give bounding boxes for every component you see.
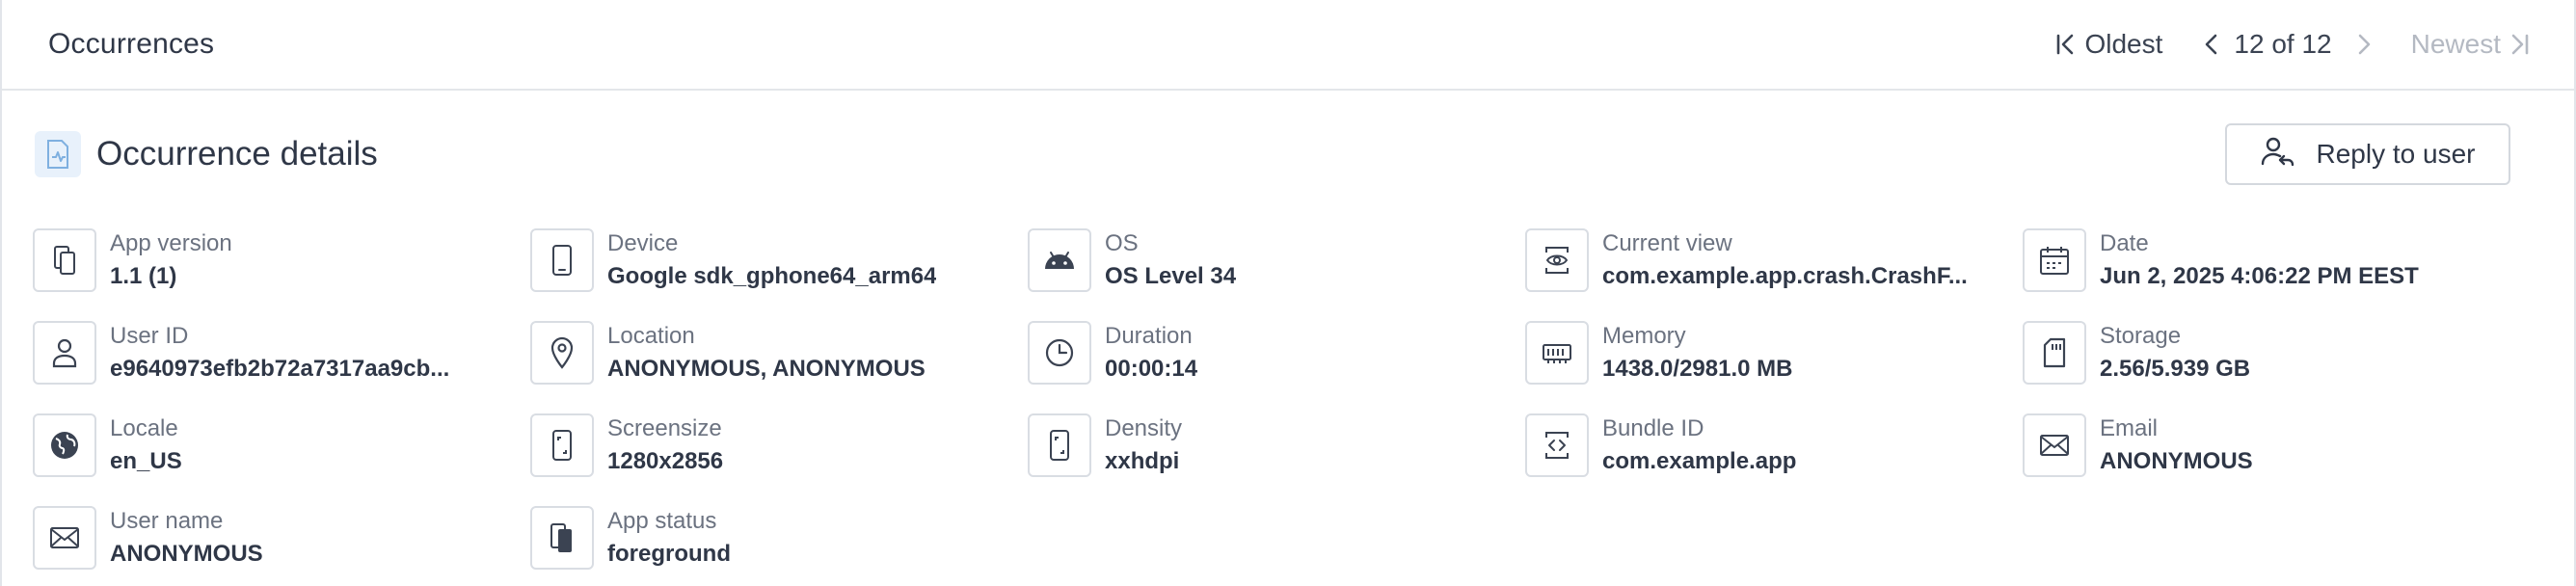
field-value: 1438.0/2981.0 MB xyxy=(1602,356,1793,382)
reply-label: Reply to user xyxy=(2316,139,2476,169)
fields-row: App version 1.1 (1) Device Google sdk_gpho… xyxy=(33,214,2520,306)
field-user-id: User ID e9640973efb2b72a7317aa9cb... xyxy=(33,306,530,399)
newest-button[interactable]: Newest xyxy=(2411,29,2530,60)
field-label: Date xyxy=(2100,230,2149,256)
field-current-view: Current view com.example.app.crash.CrashF… xyxy=(1525,214,2023,306)
occurrence-pager: Oldest 12 of 12 Newest xyxy=(2055,29,2530,60)
field-memory: Memory 1438.0/2981.0 MB xyxy=(1525,306,2023,399)
field-label: Locale xyxy=(110,415,178,441)
previous-button[interactable] xyxy=(2203,33,2220,56)
field-value: com.example.app.crash.CrashF... xyxy=(1602,263,1968,289)
field-value: ANONYMOUS xyxy=(110,541,263,567)
field-app-version: App version 1.1 (1) xyxy=(33,214,530,306)
page-title: Occurrences xyxy=(48,28,215,60)
last-page-icon xyxy=(2509,33,2530,56)
globe-icon xyxy=(33,413,96,477)
bundle-icon xyxy=(1525,413,1589,477)
field-label: Screensize xyxy=(607,415,722,441)
chevron-right-icon xyxy=(2355,33,2373,56)
calendar-icon xyxy=(2023,228,2086,292)
fields-row: Locale en_US Screensize 1280x2856 Density x… xyxy=(33,399,2520,492)
field-value: 2.56/5.939 GB xyxy=(2100,356,2251,382)
oldest-button[interactable]: Oldest xyxy=(2055,29,2162,60)
field-screensize: Screensize 1280x2856 xyxy=(530,399,1028,492)
field-value: en_US xyxy=(110,448,182,474)
density-icon xyxy=(1028,413,1091,477)
field-app-status: App status foreground xyxy=(530,492,1028,584)
field-label: App version xyxy=(110,230,232,256)
field-value: Google sdk_gphone64_arm64 xyxy=(607,263,937,289)
app-version-icon xyxy=(33,228,96,292)
field-label: OS xyxy=(1105,230,1139,256)
field-email: Email ANONYMOUS xyxy=(2023,399,2520,492)
field-label: Device xyxy=(607,230,679,256)
field-os: OS OS Level 34 xyxy=(1028,214,1525,306)
occurrence-count: 12 of 12 xyxy=(2234,29,2332,59)
field-value: foreground xyxy=(607,541,731,567)
field-device: Device Google sdk_gphone64_arm64 xyxy=(530,214,1028,306)
field-label: Memory xyxy=(1602,323,1686,349)
device-icon xyxy=(530,228,594,292)
field-label: Bundle ID xyxy=(1602,415,1704,441)
field-value: ANONYMOUS, ANONYMOUS xyxy=(607,356,926,382)
next-button[interactable] xyxy=(2355,33,2373,56)
field-label: Duration xyxy=(1105,323,1193,349)
occurrence-details-header: Occurrence details Reply to user xyxy=(35,123,2510,185)
user-icon xyxy=(33,321,96,385)
fields-row: User name ANONYMOUS App status foreground xyxy=(33,492,2520,584)
screensize-icon xyxy=(530,413,594,477)
field-label: User name xyxy=(110,508,224,534)
field-location: Location ANONYMOUS, ANONYMOUS xyxy=(530,306,1028,399)
field-value: ANONYMOUS xyxy=(2100,448,2253,474)
user-reply-icon xyxy=(2261,135,2295,174)
field-storage: Storage 2.56/5.939 GB xyxy=(2023,306,2520,399)
field-duration: Duration 00:00:14 xyxy=(1028,306,1525,399)
field-value: xxhdpi xyxy=(1105,448,1180,474)
first-page-icon xyxy=(2055,33,2077,56)
app-status-icon xyxy=(530,506,594,570)
occurrences-panel: Occurrences Oldest 12 of 12 Newest Occur… xyxy=(0,0,2576,586)
field-label: Density xyxy=(1105,415,1183,441)
field-value: 1280x2856 xyxy=(607,448,724,474)
field-label: Current view xyxy=(1602,230,1732,256)
field-locale: Locale en_US xyxy=(33,399,530,492)
field-label: Email xyxy=(2100,415,2159,441)
field-label: Location xyxy=(607,323,695,349)
email-icon xyxy=(33,506,96,570)
field-bundle-id: Bundle ID com.example.app xyxy=(1525,399,2023,492)
newest-label: Newest xyxy=(2410,29,2501,59)
occurrence-details-icon xyxy=(35,131,81,177)
field-value: Jun 2, 2025 4:06:22 PM EEST xyxy=(2100,263,2419,289)
field-value: 1.1 (1) xyxy=(110,263,177,289)
field-value: OS Level 34 xyxy=(1105,263,1237,289)
occurrence-fields-grid: App version 1.1 (1) Device Google sdk_gpho… xyxy=(33,214,2520,584)
field-user-name: User name ANONYMOUS xyxy=(33,492,530,584)
field-label: App status xyxy=(607,508,717,534)
field-value: com.example.app xyxy=(1602,448,1797,474)
memory-icon xyxy=(1525,321,1589,385)
field-label: Storage xyxy=(2100,323,2182,349)
email-icon xyxy=(2023,413,2086,477)
chevron-left-icon xyxy=(2203,33,2220,56)
field-density: Density xxhdpi xyxy=(1028,399,1525,492)
storage-icon xyxy=(2023,321,2086,385)
android-icon xyxy=(1028,228,1091,292)
section-title: Occurrence details xyxy=(96,135,378,173)
field-date: Date Jun 2, 2025 4:06:22 PM EEST xyxy=(2023,214,2520,306)
field-value: e9640973efb2b72a7317aa9cb... xyxy=(110,356,450,382)
field-value: 00:00:14 xyxy=(1105,356,1198,382)
occurrences-header: Occurrences Oldest 12 of 12 Newest xyxy=(2,0,2574,91)
oldest-label: Oldest xyxy=(2084,29,2163,59)
location-pin-icon xyxy=(530,321,594,385)
fields-row: User ID e9640973efb2b72a7317aa9cb... Loca… xyxy=(33,306,2520,399)
field-label: User ID xyxy=(110,323,189,349)
view-icon xyxy=(1525,228,1589,292)
reply-to-user-button[interactable]: Reply to user xyxy=(2225,123,2510,185)
clock-icon xyxy=(1028,321,1091,385)
